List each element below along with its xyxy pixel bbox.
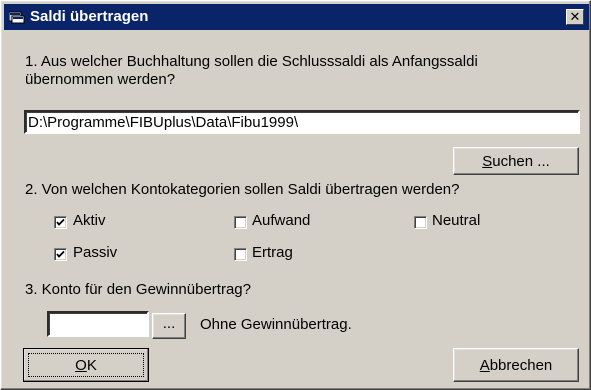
category-label-aufwand: Aufwand: [252, 212, 311, 229]
browse-button-label: ...: [162, 314, 176, 332]
source-path-input[interactable]: [24, 110, 580, 134]
category-label-neutral: Neutral: [432, 212, 481, 229]
checkbox-aktiv[interactable]: [54, 216, 67, 229]
question-account-categories: 2. Von welchen Kontokategorien sollen Sa…: [25, 181, 460, 198]
checkbox-neutral[interactable]: [414, 216, 427, 229]
checkbox-passiv[interactable]: [54, 248, 67, 261]
profit-account-description: Ohne Gewinnübertrag.: [200, 316, 352, 333]
checkbox-ertrag[interactable]: [234, 248, 247, 261]
close-icon: ✕: [569, 9, 581, 24]
window-title: Saldi übertragen: [30, 8, 149, 25]
profit-account-input[interactable]: [47, 311, 149, 337]
checkbox-aufwand[interactable]: [234, 216, 247, 229]
checkmark-icon: [56, 250, 65, 258]
question-profit-account: 3. Konto für den Gewinnübertrag?: [25, 281, 251, 298]
checkmark-icon: [56, 218, 65, 226]
close-button[interactable]: ✕: [566, 9, 584, 25]
focus-rect: [28, 353, 144, 377]
cancel-button-mnemonic: A: [479, 356, 490, 374]
title-bar[interactable]: Saldi übertragen ✕: [4, 4, 589, 30]
category-label-aktiv: Aktiv: [73, 212, 106, 229]
category-label-ertrag: Ertrag: [252, 244, 293, 261]
dialog-app-icon: [8, 10, 25, 24]
cancel-button[interactable]: Abbrechen: [453, 348, 579, 382]
search-button-label: uchen ...: [492, 152, 550, 170]
account-browse-button[interactable]: ...: [152, 313, 186, 339]
search-button-mnemonic: S: [482, 152, 493, 170]
question-source-ledger: 1. Aus welcher Buchhaltung sollen die Sc…: [25, 53, 478, 88]
category-label-passiv: Passiv: [73, 244, 118, 261]
ok-button[interactable]: OK: [23, 348, 149, 382]
cancel-button-label: bbrechen: [489, 356, 553, 374]
saldi-dialog: Saldi übertragen ✕ 1. Aus welcher Buchha…: [0, 0, 591, 390]
search-button[interactable]: Suchen ...: [453, 147, 579, 175]
